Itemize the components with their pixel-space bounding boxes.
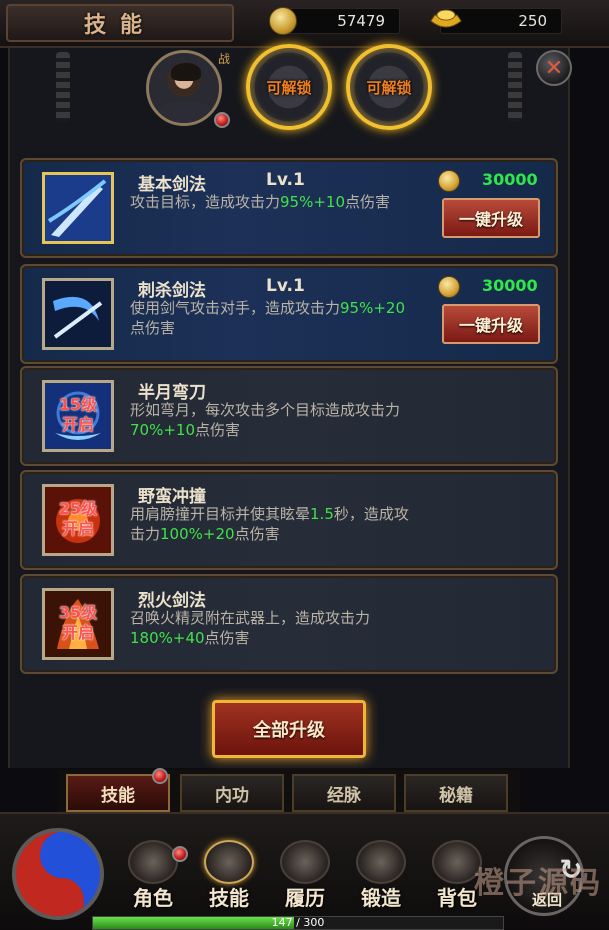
sword-slash-skill-icon <box>42 278 114 350</box>
skill-card-5[interactable]: 35级 开启 烈火剑法 召唤火精灵附在武器上，造成攻击力180%+40点伤害 <box>20 574 558 674</box>
gold-amount: 57479 <box>337 12 385 30</box>
tab-inner-power[interactable]: 内功 <box>180 774 284 812</box>
skill-description: 用肩膀撞开目标并使其眩晕1.5秒，造成攻击力100%+20点伤害 <box>130 505 409 543</box>
tab-secret-books[interactable]: 秘籍 <box>404 774 508 812</box>
chain-right <box>508 52 522 122</box>
nav-forge[interactable]: 锻造 <box>346 840 416 912</box>
upgrade-cost: 30000 <box>482 276 538 295</box>
unlock-slot-1[interactable]: 可解锁 <box>246 44 332 130</box>
nav-character-notify-dot <box>172 846 188 862</box>
cost-coin-icon <box>438 276 460 298</box>
chain-left <box>56 52 70 122</box>
nav-history[interactable]: 履历 <box>270 840 340 912</box>
hero-portrait[interactable] <box>146 50 222 126</box>
unlock-slot-2-label: 可解锁 <box>366 78 412 97</box>
skill-lock-label: 15级 开启 <box>58 395 98 434</box>
helmet-icon <box>128 840 178 884</box>
nav-forge-label: 锻造 <box>361 886 401 910</box>
one-key-upgrade-button[interactable]: 一键升级 <box>442 198 540 238</box>
tab-meridians[interactable]: 经脉 <box>292 774 396 812</box>
skill-lock-label: 25级 开启 <box>58 499 98 538</box>
portrait-notify-dot <box>214 112 230 128</box>
watermark: 橙子源码 <box>474 866 602 901</box>
skill-description: 攻击目标，造成攻击力95%+10点伤害 <box>130 193 391 211</box>
page-title: 技能 <box>83 13 156 38</box>
nav-skills[interactable]: 技能 <box>194 840 264 912</box>
skill-level: Lv.1 <box>266 276 305 296</box>
scroll-icon <box>280 840 330 884</box>
hp-mp-orb[interactable] <box>12 828 104 920</box>
crossed-swords-icon <box>204 840 254 884</box>
title-plate: 技能 <box>6 4 234 42</box>
nav-character-label: 角色 <box>133 886 173 910</box>
skill-lock-label: 35级 开启 <box>58 603 98 642</box>
skill-card-3[interactable]: 15级 开启 半月弯刀 形如弯月，每次攻击多个目标造成攻击力70%+10点伤害 <box>20 366 558 466</box>
unlock-slot-2[interactable]: 可解锁 <box>346 44 432 130</box>
ingot-counter: 250 <box>430 8 562 34</box>
anvil-icon <box>356 840 406 884</box>
nav-history-label: 履历 <box>285 886 325 910</box>
skill-card-1[interactable]: 基本剑法 Lv.1 攻击目标，造成攻击力95%+10点伤害 30000 一键升级 <box>20 158 558 258</box>
tab-skills-notify-dot <box>152 768 168 784</box>
skill-card-4[interactable]: 25级 开启 野蛮冲撞 用肩膀撞开目标并使其眩晕1.5秒，造成攻击力100%+20… <box>20 470 558 570</box>
close-button[interactable]: ✕ <box>536 50 572 86</box>
skill-description: 召唤火精灵附在武器上，造成攻击力180%+40点伤害 <box>130 609 371 647</box>
exp-bar: 147 / 300 <box>92 916 504 930</box>
unlock-slot-1-label: 可解锁 <box>266 78 312 97</box>
gold-ingot-icon <box>430 9 462 28</box>
fire-sword-skill-icon: 35级 开启 <box>42 588 114 660</box>
crescent-blade-skill-icon: 15级 开启 <box>42 380 114 452</box>
upgrade-all-button[interactable]: 全部升级 <box>212 700 366 758</box>
exp-text: 147 / 300 <box>271 916 325 929</box>
portrait-class-tag: 战 <box>218 52 231 66</box>
skill-description: 使用剑气攻击对手，造成攻击力95%+20点伤害 <box>130 299 406 337</box>
skill-card-2[interactable]: 刺杀剑法 Lv.1 使用剑气攻击对手，造成攻击力95%+20点伤害 30000 … <box>20 264 558 364</box>
gold-counter: 57479 <box>269 7 400 35</box>
hero-hair <box>171 63 201 81</box>
skill-description: 形如弯月，每次攻击多个目标造成攻击力70%+10点伤害 <box>130 401 401 439</box>
hero-body <box>159 101 213 123</box>
cost-coin-icon <box>438 170 460 192</box>
sword-skill-icon <box>42 172 114 244</box>
close-icon: ✕ <box>544 55 564 81</box>
upgrade-cost: 30000 <box>482 170 538 189</box>
ingot-amount: 250 <box>518 12 547 30</box>
top-bar: 技能 57479 250 <box>0 0 609 48</box>
gold-coin-icon <box>269 7 297 35</box>
charge-skill-icon: 25级 开启 <box>42 484 114 556</box>
skill-level: Lv.1 <box>266 170 305 190</box>
nav-skills-label: 技能 <box>209 886 249 910</box>
one-key-upgrade-button[interactable]: 一键升级 <box>442 304 540 344</box>
